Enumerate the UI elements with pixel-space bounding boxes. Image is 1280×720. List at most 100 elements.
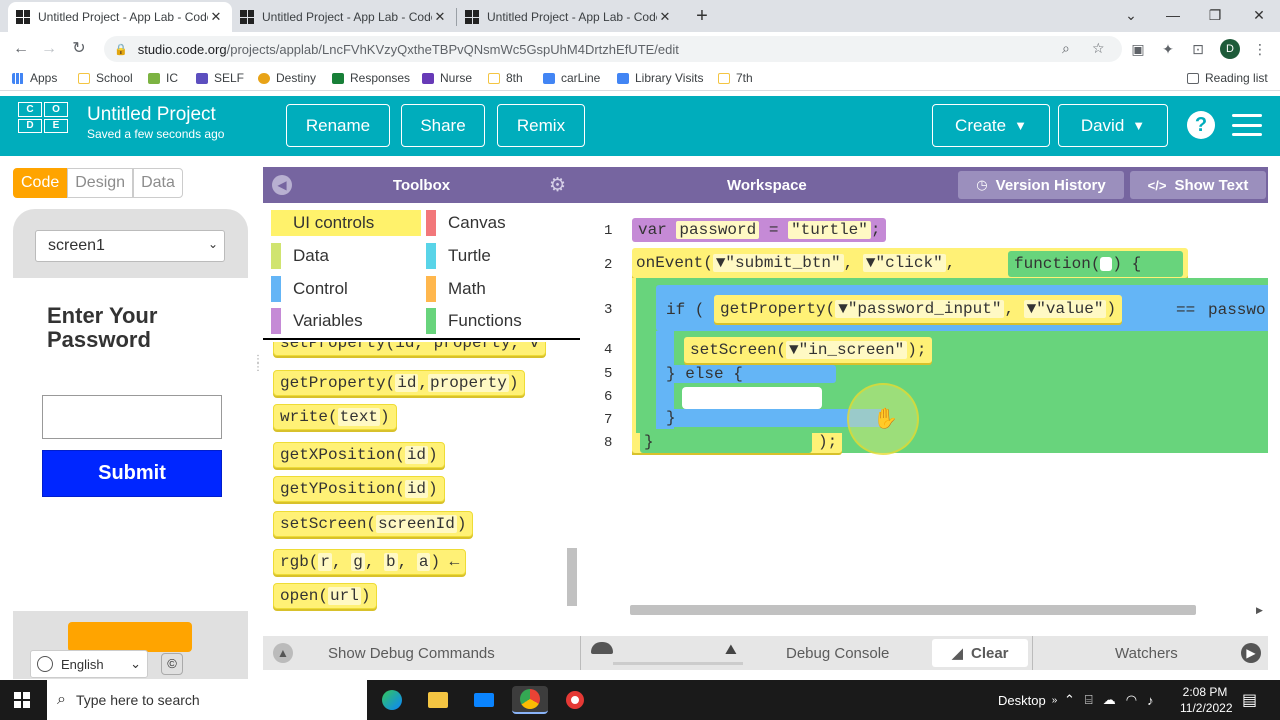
taskbar-clock[interactable]: 2:08 PM 11/2/2022 — [1180, 684, 1233, 716]
tray-up-icon[interactable]: ⌃ — [1064, 692, 1075, 708]
share-button[interactable]: Share — [401, 104, 485, 147]
tab-design[interactable]: Design — [67, 168, 134, 198]
write-block[interactable]: write(text) — [273, 404, 397, 430]
category-functions[interactable]: Functions — [426, 308, 522, 334]
setscreen-statement-block[interactable]: setScreen(▼"in_screen"); — [684, 337, 933, 363]
version-history-button[interactable]: ◷ Version History — [958, 171, 1124, 199]
turtle-slow-icon[interactable] — [591, 642, 613, 654]
tab-data[interactable]: Data — [133, 168, 183, 198]
cast-icon[interactable]: ⊡ — [1190, 41, 1206, 57]
new-tab-plus-icon[interactable]: + — [690, 4, 714, 28]
chrome-icon[interactable] — [512, 686, 548, 714]
close-tab-icon[interactable]: ✕ — [432, 9, 448, 25]
scroll-right-arrow-icon[interactable]: ▶ — [1256, 605, 1263, 616]
param-slot[interactable] — [1100, 257, 1113, 271]
mail-icon[interactable] — [466, 686, 502, 714]
category-variables[interactable]: Variables — [271, 308, 363, 334]
taskbar-search[interactable]: ⌕ Type here to search — [47, 680, 367, 720]
speed-slider[interactable] — [613, 662, 743, 665]
workspace-horizontal-scrollbar[interactable] — [630, 605, 1196, 615]
screen-select[interactable]: screen1 ⌄ — [35, 230, 225, 262]
expand-up-icon[interactable]: ▲ — [273, 643, 293, 663]
setscreen-block[interactable]: setScreen(screenId) — [273, 511, 474, 537]
show-debug-commands[interactable]: Show Debug Commands — [328, 645, 495, 662]
rgb-block[interactable]: rgb(r, g, b, a) ← — [273, 549, 467, 575]
window-close-icon[interactable]: ✕ — [1244, 4, 1274, 26]
close-tab-icon[interactable]: ✕ — [208, 9, 224, 25]
puzzle-extensions-icon[interactable]: ✦ — [1160, 41, 1176, 57]
recorder-icon[interactable] — [557, 686, 593, 714]
function-block[interactable]: function() { — [1008, 251, 1183, 277]
edge-browser-icon[interactable] — [374, 686, 410, 714]
category-control[interactable]: Control — [271, 276, 348, 302]
reading-list[interactable]: Reading list — [1187, 71, 1268, 85]
category-data[interactable]: Data — [271, 243, 329, 269]
restore-icon[interactable]: ❐ — [1200, 4, 1230, 26]
language-select[interactable]: English ⌄ — [30, 650, 148, 678]
bookmark-ic[interactable]: IC — [148, 71, 178, 85]
user-menu-button[interactable]: David ▼ — [1058, 104, 1168, 147]
expand-right-icon[interactable]: ▶ — [1241, 643, 1261, 663]
bookmark-8th[interactable]: 8th — [488, 71, 523, 85]
cloud-icon[interactable]: ☁ — [1103, 692, 1116, 708]
minimize-icon[interactable]: — — [1158, 4, 1188, 26]
getproperty-block[interactable]: getProperty(id, property) — [273, 370, 526, 396]
forward-arrow-icon[interactable]: → — [38, 38, 60, 60]
run-button[interactable] — [68, 622, 192, 652]
browser-tab[interactable]: Untitled Project - App Lab - Code.org ✕ — [232, 2, 456, 32]
extension-icon[interactable]: ▣ — [1130, 41, 1146, 57]
address-bar[interactable]: 🔒 studio.code.org/projects/applab/LncFVh… — [104, 36, 1122, 62]
bookmark-school[interactable]: School — [78, 71, 133, 85]
bookmark-self[interactable]: SELF — [196, 71, 244, 85]
browser-tab[interactable]: Untitled Project - App Lab - Code.org ✕ — [457, 2, 681, 32]
bookmark-carline[interactable]: carLine — [543, 71, 600, 85]
category-canvas[interactable]: Canvas — [426, 210, 506, 236]
windows-start-icon[interactable] — [14, 692, 30, 708]
var-declaration-block[interactable]: var password = "turtle"; — [632, 218, 887, 242]
bookmark-destiny[interactable]: Destiny — [258, 71, 316, 85]
toolbox-scrollbar[interactable] — [567, 548, 577, 606]
gear-icon[interactable]: ⚙ — [549, 174, 566, 197]
tab-search-icon[interactable]: ⌄ — [1116, 4, 1146, 26]
network-icon[interactable]: ⌸ — [1085, 692, 1093, 708]
file-explorer-icon[interactable] — [420, 686, 456, 714]
remix-button[interactable]: Remix — [497, 104, 585, 147]
zoom-icon[interactable]: ⌕ — [1062, 40, 1070, 57]
hamburger-menu-icon[interactable] — [1232, 114, 1262, 136]
create-menu-button[interactable]: Create ▼ — [932, 104, 1050, 147]
browser-menu-icon[interactable]: ⋮ — [1252, 41, 1268, 57]
copyright-icon[interactable]: © — [161, 653, 183, 675]
rename-button[interactable]: Rename — [286, 104, 390, 147]
setproperty-block[interactable]: setProperty(id, property, v — [273, 342, 547, 356]
help-icon[interactable]: ? — [1187, 111, 1215, 139]
getproperty-condition-block[interactable]: getProperty(▼"password_input", ▼"value") — [714, 295, 1123, 323]
open-block[interactable]: open(url) — [273, 583, 378, 609]
bookmark-responses[interactable]: Responses — [332, 71, 410, 85]
rabbit-fast-icon[interactable]: ⛰ — [725, 641, 737, 658]
code-workspace[interactable]: 1 2 3 4 5 6 7 8 var password = "turtle";… — [580, 203, 1268, 620]
category-ui-controls[interactable]: UI controls — [271, 210, 421, 236]
reload-icon[interactable]: ↻ — [68, 38, 90, 60]
browser-tab[interactable]: Untitled Project - App Lab - Code.org ✕ — [8, 2, 232, 32]
notifications-icon[interactable]: ▤ — [1242, 680, 1257, 720]
desktop-toolbar[interactable]: Desktop» — [998, 680, 1057, 720]
bookmark-7th[interactable]: 7th — [718, 71, 753, 85]
code-org-logo[interactable]: C O D E — [18, 102, 68, 150]
tab-code[interactable]: Code — [13, 168, 68, 198]
getxposition-block[interactable]: getXPosition(id) — [273, 442, 445, 468]
else-empty-slot[interactable] — [682, 387, 822, 409]
bookmark-library-visits[interactable]: Library Visits — [617, 71, 703, 85]
category-turtle[interactable]: Turtle — [426, 243, 491, 269]
show-text-button[interactable]: </> Show Text — [1130, 171, 1266, 199]
close-tab-icon[interactable]: ✕ — [657, 9, 673, 25]
clear-button[interactable]: ◢ Clear — [932, 639, 1028, 667]
submit-button[interactable]: Submit — [42, 450, 222, 497]
bookmark-nurse[interactable]: Nurse — [422, 71, 472, 85]
back-arrow-icon[interactable]: ← — [10, 38, 32, 60]
bookmark-star-icon[interactable]: ☆ — [1092, 40, 1105, 57]
profile-avatar[interactable]: D — [1220, 39, 1240, 59]
volume-icon[interactable]: ♪ — [1147, 693, 1154, 708]
category-math[interactable]: Math — [426, 276, 486, 302]
getyposition-block[interactable]: getYPosition(id) — [273, 476, 445, 502]
panel-resize-handle[interactable]: ⋮ ⋮ — [253, 355, 263, 380]
